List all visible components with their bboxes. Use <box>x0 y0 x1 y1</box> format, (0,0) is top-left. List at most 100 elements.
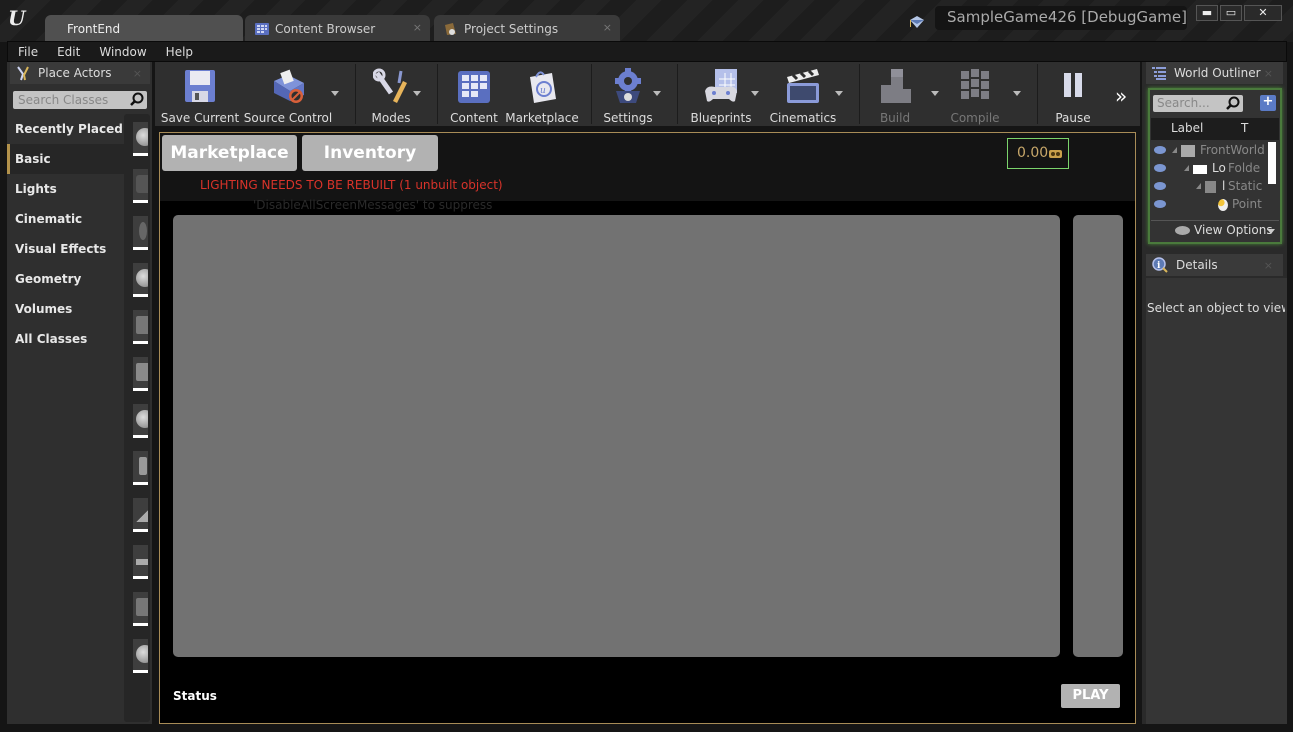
outliner-row[interactable]: l Static <box>1150 178 1278 196</box>
details-tab[interactable]: i Details × <box>1146 254 1283 276</box>
actor-thumbnail[interactable] <box>133 263 148 297</box>
search-icon[interactable] <box>130 92 144 106</box>
close-icon[interactable]: × <box>1264 67 1273 80</box>
visibility-eye-icon[interactable] <box>1154 182 1166 190</box>
menu-file[interactable]: File <box>18 45 38 59</box>
expand-arrow-icon[interactable] <box>1184 165 1189 171</box>
minimize-button[interactable]: ▬ <box>1196 5 1218 21</box>
close-icon[interactable]: × <box>133 67 142 80</box>
actor-thumbnail[interactable] <box>133 498 148 532</box>
menu-bar: File Edit Window Help <box>7 41 1287 62</box>
visibility-eye-icon[interactable] <box>1154 164 1166 172</box>
actor-thumbnail[interactable] <box>133 357 148 391</box>
marketplace-tab-button[interactable]: Marketplace <box>162 135 297 171</box>
outliner-scrollbar[interactable] <box>1268 142 1276 184</box>
tab-frontend[interactable]: FrontEnd <box>45 15 243 42</box>
marketplace-button[interactable]: u Marketplace <box>505 62 579 125</box>
menu-window[interactable]: Window <box>99 45 146 59</box>
close-window-button[interactable]: ✕ <box>1244 5 1282 21</box>
toolbar-separator <box>591 64 592 124</box>
save-current-button[interactable]: Save Current <box>161 62 239 125</box>
cinematics-dropdown[interactable] <box>835 91 843 96</box>
content-browser-icon <box>255 22 269 36</box>
play-button[interactable]: PLAY <box>1061 684 1120 708</box>
visibility-eye-icon[interactable] <box>1154 200 1166 208</box>
chevron-down-icon <box>1267 229 1275 234</box>
details-info-icon: i <box>1152 257 1168 273</box>
actor-thumbnail[interactable] <box>133 639 148 673</box>
tab-label: FrontEnd <box>67 21 121 36</box>
category-cinematic[interactable]: Cinematic <box>7 204 124 234</box>
actor-thumbnail[interactable] <box>133 169 148 203</box>
graduation-cap-icon[interactable] <box>908 14 926 30</box>
category-visual-effects[interactable]: Visual Effects <box>7 234 124 264</box>
expand-arrow-icon[interactable] <box>1172 147 1177 153</box>
actor-thumbnail[interactable] <box>133 404 148 438</box>
category-all-classes[interactable]: All Classes <box>7 324 124 354</box>
actor-thumbnail[interactable] <box>133 310 148 344</box>
search-placeholder: Search Classes <box>18 93 109 107</box>
category-geometry[interactable]: Geometry <box>7 264 124 294</box>
cinematics-button[interactable]: Cinematics <box>769 62 837 125</box>
actor-thumbnail[interactable] <box>133 592 148 626</box>
item-list-area[interactable] <box>173 215 1060 657</box>
category-recently-placed[interactable]: Recently Placed <box>7 114 124 144</box>
outliner-search-input[interactable]: Search... <box>1153 95 1243 112</box>
category-lights[interactable]: Lights <box>7 174 124 204</box>
project-settings-icon <box>444 22 458 36</box>
settings-dropdown[interactable] <box>653 91 661 96</box>
source-control-dropdown[interactable] <box>331 91 339 96</box>
inventory-tab-button[interactable]: Inventory <box>302 135 438 171</box>
column-label[interactable]: Label <box>1171 121 1203 135</box>
world-outliner-body: Search... + Label T FrontWorld Lo Folde <box>1148 88 1282 244</box>
tab-project-settings[interactable]: Project Settings × <box>434 15 620 42</box>
pause-icon <box>1055 67 1091 105</box>
outliner-row[interactable]: Point <box>1150 196 1278 214</box>
close-icon[interactable]: × <box>1264 259 1273 272</box>
actor-thumbnail-list[interactable] <box>124 114 150 722</box>
game-viewport[interactable]: Marketplace Inventory LIGHTING NEEDS TO … <box>159 132 1136 724</box>
build-dropdown[interactable] <box>931 91 939 96</box>
settings-button[interactable]: Settings <box>601 62 655 125</box>
column-type[interactable]: T <box>1241 121 1248 135</box>
category-volumes[interactable]: Volumes <box>7 294 124 324</box>
title-bar: U FrontEnd Content Browser × Project Set… <box>0 0 1293 42</box>
maximize-button[interactable]: ▭ <box>1220 5 1242 21</box>
right-panels: World Outliner × Search... + Label T Fro… <box>1142 62 1287 724</box>
view-options-button[interactable]: View Options <box>1151 220 1279 240</box>
actor-thumbnail[interactable] <box>133 216 148 250</box>
toolbar-overflow-button[interactable]: » <box>1115 84 1127 108</box>
modes-button[interactable]: Modes <box>363 62 419 125</box>
actor-thumbnail[interactable] <box>133 451 148 485</box>
expand-arrow-icon[interactable] <box>1196 183 1201 189</box>
close-icon[interactable]: × <box>603 21 612 34</box>
category-basic[interactable]: Basic <box>7 144 124 174</box>
menu-help[interactable]: Help <box>166 45 193 59</box>
build-button[interactable]: Build <box>867 62 923 125</box>
outliner-row[interactable]: FrontWorld <box>1150 142 1278 160</box>
pause-button[interactable]: Pause <box>1049 62 1097 125</box>
close-icon[interactable]: × <box>413 21 422 34</box>
toolbar-separator <box>677 64 678 124</box>
add-folder-button[interactable]: + <box>1260 95 1276 111</box>
item-side-area[interactable] <box>1073 215 1123 657</box>
outliner-row[interactable]: Lo Folde <box>1150 160 1278 178</box>
modes-dropdown[interactable] <box>413 91 421 96</box>
search-classes-input[interactable]: Search Classes <box>13 91 147 109</box>
search-icon[interactable] <box>1226 96 1240 110</box>
content-button[interactable]: Content <box>449 62 499 125</box>
tab-content-browser[interactable]: Content Browser × <box>245 15 430 42</box>
world-outliner-tab[interactable]: World Outliner × <box>1146 62 1283 84</box>
visibility-eye-icon[interactable] <box>1154 146 1166 154</box>
menu-edit[interactable]: Edit <box>57 45 80 59</box>
compile-dropdown[interactable] <box>1013 91 1021 96</box>
actor-thumbnail[interactable] <box>133 545 148 579</box>
source-control-button[interactable]: Source Control <box>244 62 332 125</box>
blueprints-dropdown[interactable] <box>751 91 759 96</box>
place-actors-tab[interactable]: Place Actors × <box>10 62 150 84</box>
blueprints-button[interactable]: Blueprints <box>687 62 755 125</box>
world-outliner-title: World Outliner <box>1174 66 1261 80</box>
actor-thumbnail[interactable] <box>133 122 148 156</box>
compile-button[interactable]: Compile <box>945 62 1005 125</box>
coin-icon <box>1049 150 1062 158</box>
